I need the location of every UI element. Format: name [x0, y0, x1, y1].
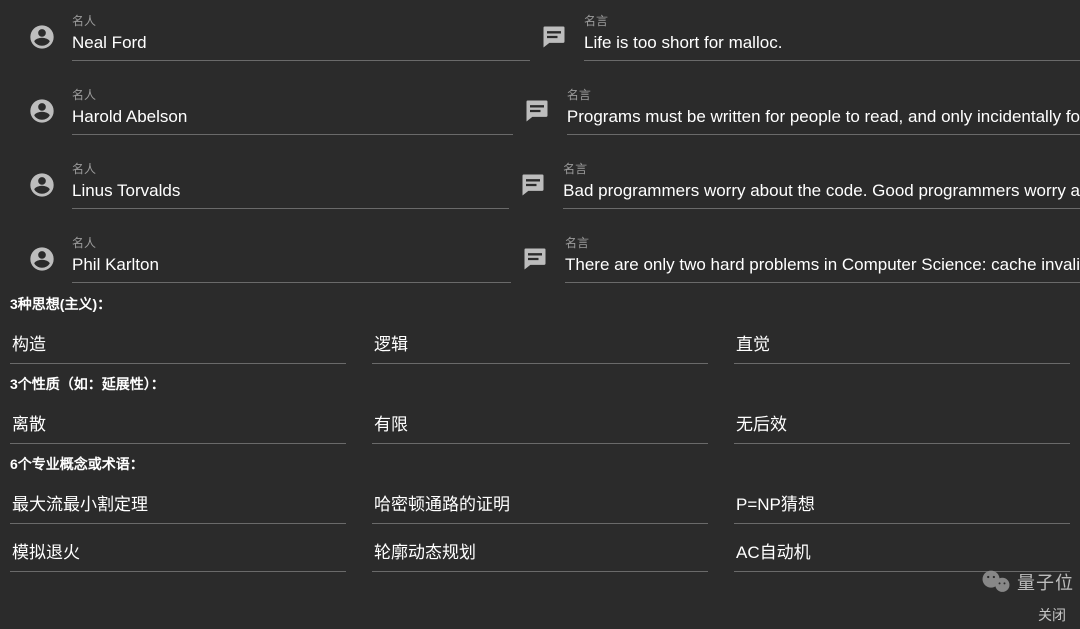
ideologies-row: 构造 逻辑 直觉: [10, 326, 1070, 364]
person-field[interactable]: 名人 Phil Karlton: [72, 236, 511, 283]
quote-cell: 名言 Bad programmers worry about the code.…: [509, 162, 1080, 209]
section-title-ideologies: 3种思想(主义)：: [10, 294, 1070, 314]
person-quote-row: 名人 Phil Karlton 名言 There are only two ha…: [0, 222, 1080, 296]
quote-field[interactable]: 名言 Life is too short for malloc.: [584, 14, 1080, 61]
quote-icon: [538, 21, 570, 53]
ideology-value: 构造: [10, 326, 346, 364]
quote-label: 名言: [584, 14, 1080, 28]
quote-label: 名言: [567, 88, 1080, 102]
person-value: Linus Torvalds: [72, 180, 509, 209]
person-icon: [26, 21, 58, 53]
person-cell: 名人 Harold Abelson: [0, 88, 513, 135]
person-label: 名人: [72, 236, 511, 250]
quote-icon: [521, 95, 553, 127]
quote-field[interactable]: 名言 Programs must be written for people t…: [567, 88, 1080, 135]
properties-row: 离散 有限 无后效: [10, 406, 1070, 444]
ideology-value: 直觉: [734, 326, 1070, 364]
person-quote-row: 名人 Neal Ford 名言 Life is too short for ma…: [0, 0, 1080, 74]
concept-cell[interactable]: 轮廓动态规划: [372, 534, 708, 572]
concept-value: 轮廓动态规划: [372, 534, 708, 572]
property-value: 有限: [372, 406, 708, 444]
section-title-properties: 3个性质（如：延展性）：: [10, 374, 1070, 394]
quote-value: Programs must be written for people to r…: [567, 106, 1080, 135]
concept-value: 哈密顿通路的证明: [372, 486, 708, 524]
concept-value: P=NP猜想: [734, 486, 1070, 524]
person-quote-rows: 名人 Neal Ford 名言 Life is too short for ma…: [0, 0, 1080, 296]
close-button[interactable]: 关闭: [1038, 605, 1066, 625]
person-label: 名人: [72, 14, 530, 28]
concepts-row-1: 最大流最小割定理 哈密顿通路的证明 P=NP猜想: [10, 486, 1070, 524]
ideology-value: 逻辑: [372, 326, 708, 364]
wechat-icon: [977, 563, 1015, 601]
person-cell: 名人 Linus Torvalds: [0, 162, 509, 209]
quote-value: Bad programmers worry about the code. Go…: [563, 180, 1080, 209]
quote-icon: [519, 243, 551, 275]
property-cell[interactable]: 离散: [10, 406, 346, 444]
property-cell[interactable]: 无后效: [734, 406, 1070, 444]
quote-cell: 名言 There are only two hard problems in C…: [511, 236, 1080, 283]
person-field[interactable]: 名人 Neal Ford: [72, 14, 530, 61]
person-value: Harold Abelson: [72, 106, 513, 135]
person-quote-row: 名人 Linus Torvalds 名言 Bad programmers wor…: [0, 148, 1080, 222]
lower-sections: 3种思想(主义)： 构造 逻辑 直觉 3个性质（如：延展性）： 离散 有限 无后…: [10, 290, 1070, 582]
quote-label: 名言: [565, 236, 1080, 250]
person-icon: [26, 169, 58, 201]
quote-cell: 名言 Life is too short for malloc.: [530, 14, 1080, 61]
quote-cell: 名言 Programs must be written for people t…: [513, 88, 1080, 135]
person-label: 名人: [72, 162, 509, 176]
person-cell: 名人 Phil Karlton: [0, 236, 511, 283]
property-cell[interactable]: 有限: [372, 406, 708, 444]
person-field[interactable]: 名人 Linus Torvalds: [72, 162, 509, 209]
concept-cell[interactable]: 哈密顿通路的证明: [372, 486, 708, 524]
concept-cell[interactable]: P=NP猜想: [734, 486, 1070, 524]
quote-value: There are only two hard problems in Comp…: [565, 254, 1080, 283]
person-field[interactable]: 名人 Harold Abelson: [72, 88, 513, 135]
concept-cell[interactable]: 最大流最小割定理: [10, 486, 346, 524]
quote-value: Life is too short for malloc.: [584, 32, 1080, 61]
quote-label: 名言: [563, 162, 1080, 176]
concept-value: 模拟退火: [10, 534, 346, 572]
watermark-text: 量子位: [1017, 569, 1074, 595]
watermark: 量子位: [977, 563, 1074, 601]
person-value: Phil Karlton: [72, 254, 511, 283]
quote-field[interactable]: 名言 Bad programmers worry about the code.…: [563, 162, 1080, 209]
form-root: 名人 Neal Ford 名言 Life is too short for ma…: [0, 0, 1080, 629]
person-value: Neal Ford: [72, 32, 530, 61]
quote-icon: [517, 169, 549, 201]
concept-cell[interactable]: 模拟退火: [10, 534, 346, 572]
ideology-cell[interactable]: 逻辑: [372, 326, 708, 364]
ideology-cell[interactable]: 构造: [10, 326, 346, 364]
concept-value: 最大流最小割定理: [10, 486, 346, 524]
quote-field[interactable]: 名言 There are only two hard problems in C…: [565, 236, 1080, 283]
section-title-concepts: 6个专业概念或术语：: [10, 454, 1070, 474]
ideology-cell[interactable]: 直觉: [734, 326, 1070, 364]
concepts-row-2: 模拟退火 轮廓动态规划 AC自动机: [10, 534, 1070, 572]
person-icon: [26, 95, 58, 127]
person-quote-row: 名人 Harold Abelson 名言 Programs must be wr…: [0, 74, 1080, 148]
person-icon: [26, 243, 58, 275]
property-value: 无后效: [734, 406, 1070, 444]
person-label: 名人: [72, 88, 513, 102]
property-value: 离散: [10, 406, 346, 444]
person-cell: 名人 Neal Ford: [0, 14, 530, 61]
